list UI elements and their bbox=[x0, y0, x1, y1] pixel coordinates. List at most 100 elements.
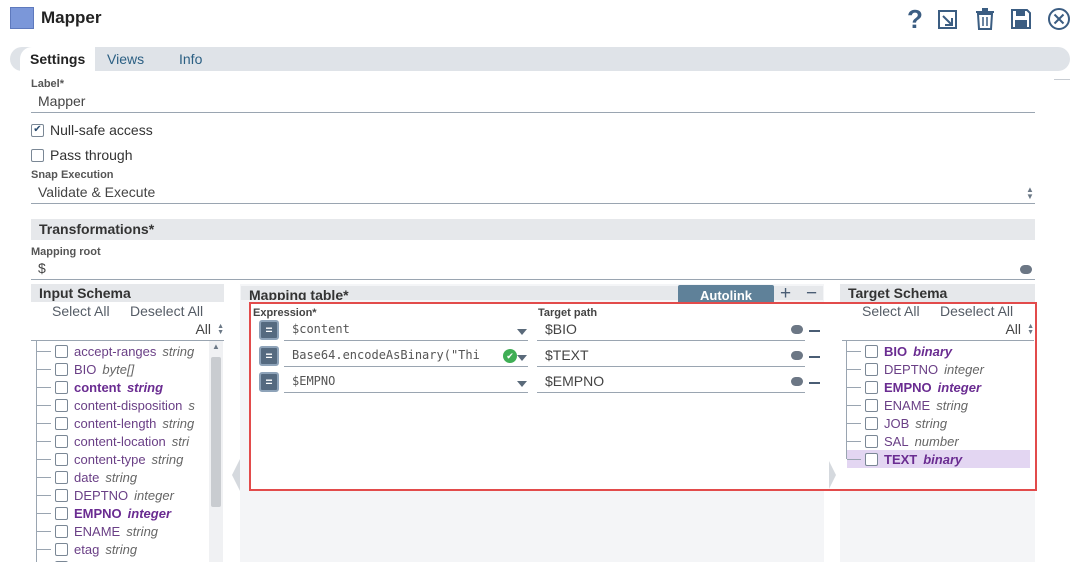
field-name: content bbox=[74, 379, 121, 395]
schema-field-row[interactable]: BIO byte[] bbox=[37, 360, 195, 378]
tree-branch-line bbox=[37, 440, 51, 442]
snap-exec-caption: Snap Execution bbox=[31, 169, 114, 181]
tree-branch-line bbox=[37, 494, 51, 496]
schema-field-row[interactable]: ENAME string bbox=[37, 522, 195, 540]
schema-field-row[interactable]: content string bbox=[37, 378, 195, 396]
collapse-left-icon[interactable] bbox=[232, 459, 240, 491]
field-type: integer bbox=[134, 487, 174, 503]
dialog-title: Mapper bbox=[41, 8, 102, 27]
tree-branch-line bbox=[37, 368, 51, 370]
input-filter-spinner-icon[interactable]: ▲ ▼ bbox=[217, 323, 224, 336]
field-name: DEPTNO bbox=[74, 487, 129, 503]
field-checkbox[interactable] bbox=[55, 560, 68, 562]
schema-field-row[interactable]: date string bbox=[37, 468, 195, 486]
schema-field-row[interactable]: etag string bbox=[37, 540, 195, 558]
label-caption: Label* bbox=[31, 78, 65, 90]
input-filter-value: All bbox=[195, 321, 211, 337]
tab-info[interactable]: Info bbox=[169, 47, 212, 71]
field-type: string bbox=[151, 451, 184, 467]
tree-branch-line bbox=[37, 530, 51, 532]
select-spinner-icon[interactable]: ▲ ▼ bbox=[1026, 186, 1034, 201]
field-type: string bbox=[105, 469, 138, 485]
field-type: byte[] bbox=[102, 361, 135, 377]
field-type: string bbox=[126, 379, 164, 395]
input-schema-header: Input Schema bbox=[31, 284, 224, 302]
field-name: BIO bbox=[74, 361, 97, 377]
mapping-root-underline bbox=[31, 279, 1035, 280]
label-underline bbox=[31, 112, 1035, 113]
field-checkbox[interactable] bbox=[55, 380, 68, 394]
target-schema-header: Target Schema bbox=[840, 284, 1035, 302]
field-name: date bbox=[74, 469, 100, 485]
tree-branch-line bbox=[37, 386, 51, 388]
tree-branch-line bbox=[37, 512, 51, 514]
field-name: accept-ranges bbox=[74, 343, 157, 359]
field-type: stri bbox=[171, 433, 190, 449]
mapping-root-input[interactable]: $ bbox=[38, 260, 46, 276]
field-checkbox[interactable] bbox=[55, 344, 68, 358]
input-scroll-thumb[interactable] bbox=[211, 357, 221, 507]
field-name: etag bbox=[74, 541, 100, 557]
field-type: integer bbox=[127, 505, 172, 521]
field-type: string bbox=[162, 343, 195, 359]
input-deselect-all-button[interactable]: Deselect All bbox=[130, 303, 203, 319]
field-name: ENAME bbox=[74, 523, 121, 539]
label-input[interactable]: Mapper bbox=[38, 93, 85, 109]
null-safe-label: Null-safe access bbox=[50, 122, 153, 138]
schema-field-row[interactable]: accept-ranges string bbox=[37, 342, 195, 360]
schema-field-row[interactable]: content-type string bbox=[37, 450, 195, 468]
input-schema-tree: accept-ranges string BIO byte[] content strin… bbox=[31, 341, 224, 562]
field-checkbox[interactable] bbox=[55, 362, 68, 376]
field-checkbox[interactable] bbox=[55, 524, 68, 538]
pass-through-checkbox[interactable] bbox=[31, 148, 44, 162]
field-checkbox[interactable] bbox=[55, 398, 68, 412]
input-filter[interactable]: All ▲ ▼ bbox=[31, 321, 224, 341]
field-name: content-length bbox=[74, 415, 157, 431]
tab-settings[interactable]: Settings bbox=[20, 47, 96, 71]
null-safe-checkbox[interactable]: ✔ bbox=[31, 123, 44, 137]
input-scrollbar[interactable]: ▲ bbox=[209, 341, 223, 562]
trash-icon[interactable] bbox=[970, 4, 1000, 34]
field-type: string bbox=[105, 541, 138, 557]
scroll-up-icon[interactable]: ▲ bbox=[212, 342, 220, 351]
field-type: string bbox=[126, 523, 159, 539]
field-checkbox[interactable] bbox=[55, 488, 68, 502]
schema-field-row[interactable]: JOB string bbox=[37, 558, 195, 562]
highlight-box bbox=[249, 302, 1037, 491]
snap-exec-select[interactable]: Validate & Execute bbox=[38, 184, 155, 200]
field-checkbox[interactable] bbox=[55, 506, 68, 520]
tree-branch-line bbox=[37, 476, 51, 478]
pass-through-option[interactable]: Pass through bbox=[31, 147, 133, 163]
schema-field-row[interactable]: content-location stri bbox=[37, 432, 195, 450]
close-icon[interactable] bbox=[1044, 4, 1074, 34]
schema-field-row[interactable]: EMPNO integer bbox=[37, 504, 195, 522]
schema-field-row[interactable]: DEPTNO integer bbox=[37, 486, 195, 504]
field-checkbox[interactable] bbox=[55, 434, 68, 448]
tree-branch-line bbox=[37, 548, 51, 550]
comment-icon[interactable] bbox=[1020, 265, 1032, 274]
export-icon[interactable] bbox=[933, 4, 963, 34]
field-name: EMPNO bbox=[74, 505, 122, 521]
null-safe-option[interactable]: ✔ Null-safe access bbox=[31, 122, 153, 138]
field-name: JOB bbox=[74, 560, 99, 563]
scroll-top-marker bbox=[1054, 70, 1070, 80]
app-icon bbox=[10, 7, 34, 29]
field-name: content-location bbox=[74, 433, 166, 449]
field-checkbox[interactable] bbox=[55, 542, 68, 556]
schema-field-row[interactable]: content-length string bbox=[37, 414, 195, 432]
help-icon[interactable]: ? bbox=[900, 4, 930, 34]
field-checkbox[interactable] bbox=[55, 416, 68, 430]
tree-branch-line bbox=[37, 404, 51, 406]
field-type: s bbox=[188, 397, 195, 413]
schema-field-row[interactable]: content-disposition s bbox=[37, 396, 195, 414]
save-icon[interactable] bbox=[1006, 4, 1036, 34]
field-type: string bbox=[105, 560, 137, 563]
field-name: content-disposition bbox=[74, 397, 183, 413]
snap-exec-underline bbox=[31, 203, 1035, 204]
field-checkbox[interactable] bbox=[55, 470, 68, 484]
transformations-header: Transformations* bbox=[31, 219, 1035, 240]
field-name: content-type bbox=[74, 451, 146, 467]
input-select-all-button[interactable]: Select All bbox=[52, 303, 110, 319]
tab-views[interactable]: Views bbox=[97, 47, 154, 71]
field-checkbox[interactable] bbox=[55, 452, 68, 466]
